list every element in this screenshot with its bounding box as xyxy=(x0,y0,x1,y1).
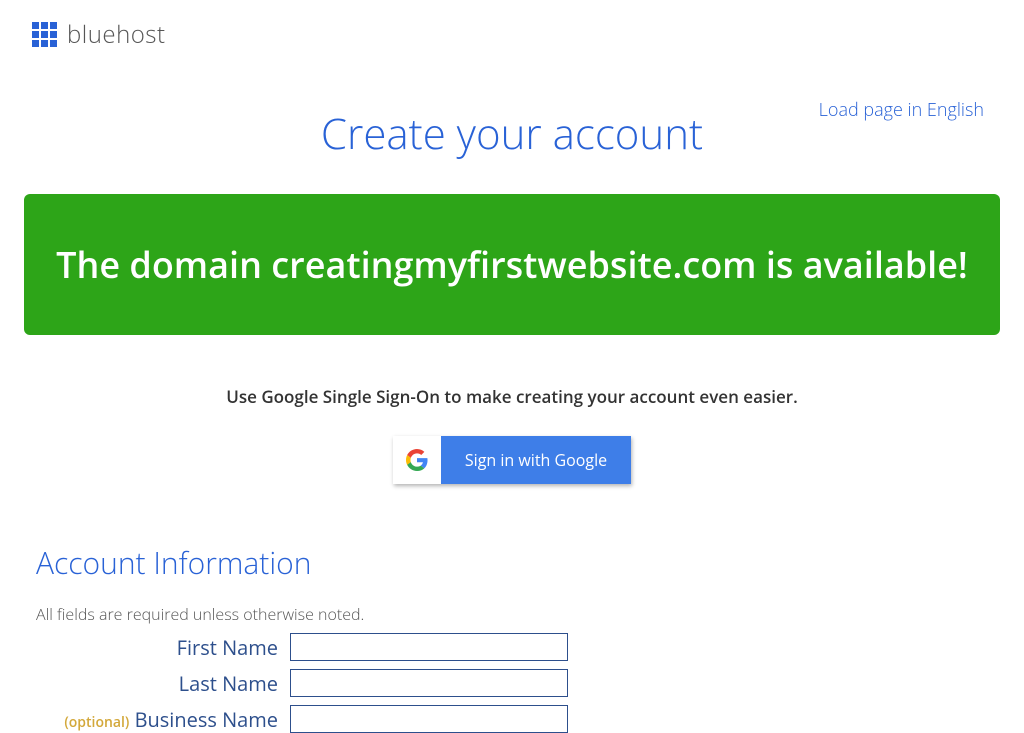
business-name-input[interactable] xyxy=(290,705,568,733)
header: bluehost xyxy=(0,0,1024,69)
business-name-row: (optional) Business Name xyxy=(0,705,1024,733)
brand-name: bluehost xyxy=(67,18,166,51)
account-information-heading: Account Information xyxy=(36,542,1024,583)
google-icon xyxy=(393,436,441,484)
last-name-row: Last Name xyxy=(0,669,1024,697)
google-button-label: Sign in with Google xyxy=(441,436,631,484)
business-name-label: Business Name xyxy=(135,706,278,733)
domain-available-banner: The domain creatingmyfirstwebsite.com is… xyxy=(24,194,1000,335)
first-name-input[interactable] xyxy=(290,633,568,661)
load-page-english-link[interactable]: Load page in English xyxy=(819,98,984,122)
sign-in-with-google-button[interactable]: Sign in with Google xyxy=(393,436,631,484)
last-name-input[interactable] xyxy=(290,669,568,697)
first-name-row: First Name xyxy=(0,633,1024,661)
last-name-label: Last Name xyxy=(179,670,278,697)
bluehost-logo-icon xyxy=(32,22,57,47)
required-fields-note: All fields are required unless otherwise… xyxy=(36,603,1024,625)
optional-label: (optional) xyxy=(64,713,129,732)
first-name-label: First Name xyxy=(177,634,278,661)
sso-instruction-text: Use Google Single Sign-On to make creati… xyxy=(0,385,1024,408)
